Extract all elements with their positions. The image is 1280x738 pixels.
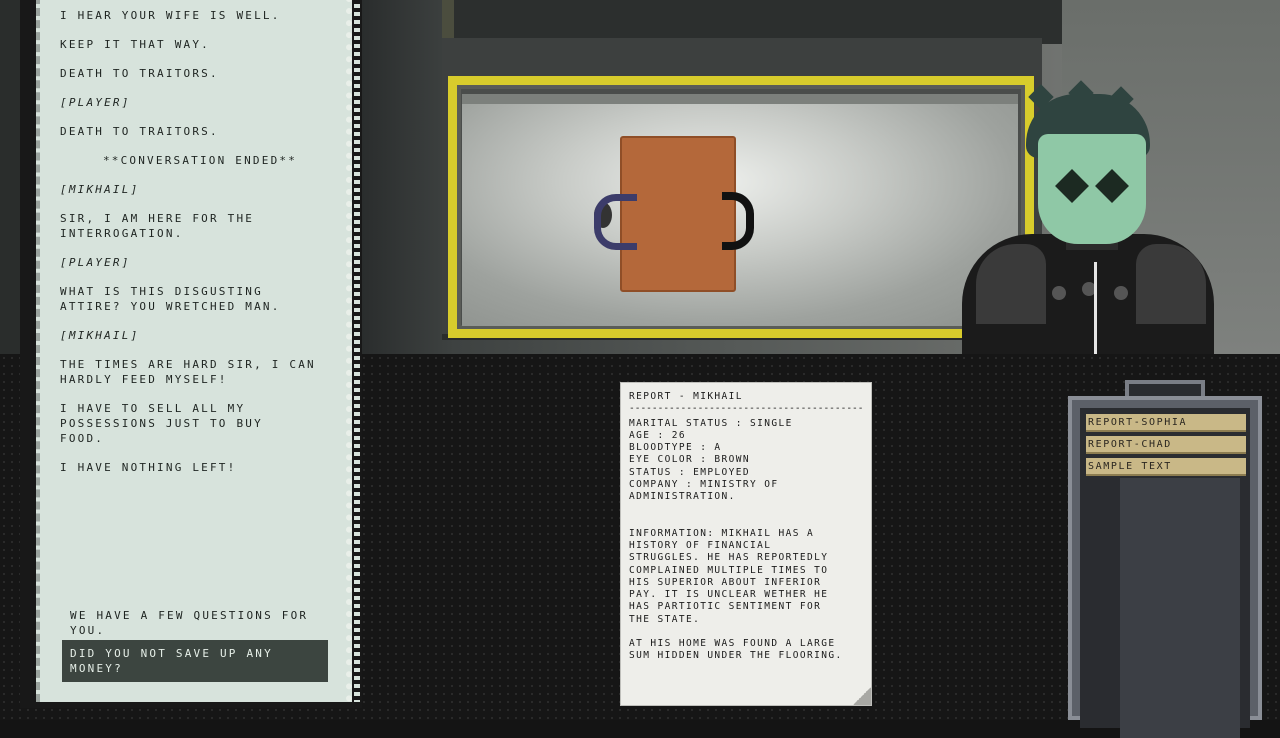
dialogue-line: I have to sell all my possessions just t… bbox=[60, 402, 263, 445]
character-mask bbox=[1038, 134, 1146, 244]
dialogue-line: What is this disgusting attire? You wret… bbox=[60, 285, 281, 313]
report-title: REPORT - MIKHAIL bbox=[629, 391, 743, 402]
dialogue-line: Death to traitors. bbox=[60, 67, 219, 80]
speaker-tag: [MIKHAIL] bbox=[60, 329, 140, 342]
dialogue-line: Death to traitors. bbox=[60, 125, 219, 138]
dialogue-scroll[interactable]: I hear your wife is well. Keep it that wa… bbox=[36, 0, 360, 702]
dialogue-option[interactable]: We have a few questions for you. bbox=[62, 602, 328, 644]
right-chair bbox=[722, 192, 754, 250]
interrogation-table bbox=[620, 136, 736, 292]
speaker-tag: [MIKHAIL] bbox=[60, 183, 140, 196]
speaker-tag: [PLAYER] bbox=[60, 96, 131, 109]
dialogue-option-selected[interactable]: Did you not save up any money? bbox=[62, 640, 328, 682]
mask-eye-left bbox=[1055, 169, 1089, 203]
dialogue-panel: I hear your wife is well. Keep it that wa… bbox=[20, 0, 362, 708]
dialogue-line: **CONVERSATION ENDED** bbox=[102, 154, 298, 167]
report-information: INFORMATION: MIKHAIL HAS A HISTORY OF FI… bbox=[629, 527, 829, 625]
page-curl-icon[interactable] bbox=[853, 687, 871, 705]
left-chair bbox=[594, 194, 637, 250]
report-fields: MARITAL STATUS : SINGLE AGE : 26 BLOODTY… bbox=[629, 417, 793, 503]
mikhail-portrait bbox=[962, 80, 1214, 354]
report-divider: ----------------------------------------… bbox=[629, 403, 863, 415]
coat-zipper bbox=[1094, 262, 1097, 354]
mask-eye-right bbox=[1095, 169, 1129, 203]
dialogue-line: The times are hard sir, I can hardly fee… bbox=[60, 358, 316, 386]
report-home-note: AT HIS HOME WAS FOUND A LARGE SUM HIDDEN… bbox=[629, 638, 843, 662]
speaker-tag: [PLAYER] bbox=[60, 256, 131, 269]
folder-report-sophia[interactable]: REPORT-SOPHIA bbox=[1086, 414, 1246, 432]
dialogue-line: I have nothing left! bbox=[60, 461, 237, 474]
dialogue-line: I hear your wife is well. bbox=[60, 9, 281, 22]
dialogue-log: I hear your wife is well. Keep it that wa… bbox=[60, 8, 340, 489]
report-document[interactable]: REPORT - MIKHAIL -----------------------… bbox=[620, 382, 872, 706]
dialogue-line: Keep it that way. bbox=[60, 38, 210, 51]
folder-report-chad[interactable]: REPORT-CHAD bbox=[1086, 436, 1246, 454]
dialogue-line: Sir, I am here for the interrogation. bbox=[60, 212, 255, 240]
folder-sample-text[interactable]: SAMPLE TEXT bbox=[1086, 458, 1246, 476]
